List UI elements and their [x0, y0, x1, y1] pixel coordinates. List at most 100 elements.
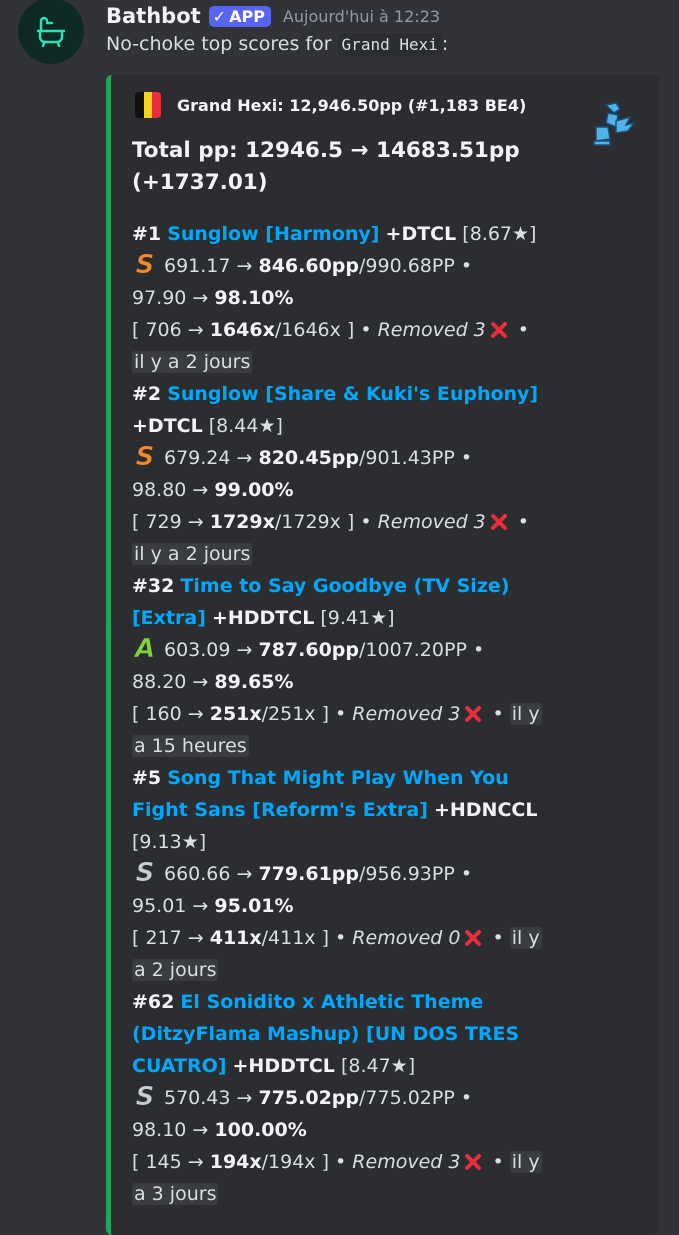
combo-max: /411x ] • [261, 927, 347, 949]
beatmap-link[interactable]: El Sonidito x Athletic Theme [180, 991, 483, 1013]
score-line: A 603.09 → 787.60pp/1007.20PP • [132, 634, 532, 666]
combo-max: /1646x ] • [274, 319, 372, 341]
combo-max: /251x ] • [261, 703, 347, 725]
message-content: No-choke top scores for Grand Hexi: [106, 33, 448, 56]
acc-old: 88.20 → [132, 671, 215, 693]
pp-max: /1007.20PP • [359, 639, 485, 661]
score-line: [ 217 → 411x/411x ] • Removed 0 • il y [132, 927, 542, 949]
svg-text:S: S [136, 1083, 155, 1109]
score-line: CUATRO] +HDDTCL [8.47★] [132, 1050, 532, 1082]
pp-new: 787.60pp [258, 639, 360, 661]
score-entry: #2 Sunglow [Share & Kuki's Euphony] +DTCL… [132, 378, 538, 570]
score-embed: Grand Hexi: 12,946.50pp (#1,183 BE4) Tot… [106, 75, 659, 1235]
pp-old: 679.24 → [164, 447, 259, 469]
score-line: a 3 jours [132, 1178, 532, 1210]
mods: +HDDTCL [211, 607, 315, 629]
removed-misses: Removed 3 [352, 1151, 461, 1173]
relative-time[interactable]: il y [509, 1151, 542, 1173]
score-line: 98.10 → 100.00% [132, 1114, 532, 1146]
pp-old: 660.66 → [164, 863, 259, 885]
score-line: S 570.43 → 775.02pp/775.02PP • [132, 1082, 532, 1114]
pp-old: 570.43 → [164, 1087, 259, 1109]
combo-old: [ 729 → [132, 511, 210, 533]
acc-new: 89.65% [214, 671, 294, 693]
relative-time[interactable]: il y [509, 927, 542, 949]
pp-new: 846.60pp [258, 255, 360, 277]
star-rating: [9.13★] [132, 831, 207, 853]
player-name-code: Grand Hexi [337, 33, 442, 56]
score-line: S 691.17 → 846.60pp/990.68PP • [132, 250, 532, 282]
acc-new: 99.00% [214, 479, 294, 501]
bathbot-avatar[interactable] [18, 0, 84, 64]
score-line: [ 145 → 194x/194x ] • Removed 3 • il y [132, 1151, 542, 1173]
grade-icon: S [132, 859, 164, 885]
score-line: [ 706 → 1646x/1646x ] • Removed 3 • [132, 319, 530, 341]
message-header: Bathbot ✓ APP Aujourd'hui à 12:23 [106, 0, 440, 32]
grade-icon: A [132, 635, 164, 661]
relative-time[interactable]: il y a 2 jours [132, 543, 253, 565]
svg-text:S: S [136, 251, 155, 277]
combo-old: [ 217 → [132, 927, 210, 949]
beatmap-link[interactable]: Sunglow [Share & Kuki's Euphony] [167, 383, 538, 405]
svg-text:S: S [136, 443, 155, 469]
relative-time-cont[interactable]: a 3 jours [132, 1183, 219, 1205]
combo-new: 1646x [209, 319, 275, 341]
embed-title: Total pp: 12946.5 → 14683.51pp (+1737.01… [132, 135, 552, 199]
acc-old: 98.10 → [132, 1119, 215, 1141]
score-line: #1 Sunglow [Harmony] +DTCL [8.67★] [132, 218, 536, 250]
relative-time-cont[interactable]: a 2 jours [132, 959, 219, 981]
score-entry: #32 Time to Say Goodbye (TV Size) [Extra]… [132, 570, 542, 762]
acc-old: 98.80 → [132, 479, 215, 501]
score-line: 98.80 → 99.00% [132, 474, 532, 506]
beatmap-link-cont[interactable]: CUATRO] [132, 1055, 226, 1077]
beatmap-link-cont[interactable]: (DitzyFlama Mashup) [UN DOS TRES [132, 1023, 519, 1045]
message-timestamp[interactable]: Aujourd'hui à 12:23 [283, 7, 440, 26]
embed-author-text[interactable]: Grand Hexi: 12,946.50pp (#1,183 BE4) [177, 96, 526, 115]
miss-x-icon [460, 1151, 486, 1173]
combo-old: [ 160 → [132, 703, 210, 725]
score-entry: #5 Song That Might Play When You Fight Sa… [132, 762, 542, 986]
combo-max: /1729x ] • [274, 511, 372, 533]
acc-old: 95.01 → [132, 895, 215, 917]
score-line: #32 Time to Say Goodbye (TV Size) [132, 570, 532, 602]
score-line: Fight Sans [Reform's Extra] +HDNCCL [132, 794, 537, 826]
combo-new: 251x [209, 703, 262, 725]
score-rank: #5 [132, 767, 162, 789]
score-line: S 660.66 → 779.61pp/956.93PP • [132, 858, 532, 890]
relative-time[interactable]: il y a 2 jours [132, 351, 253, 373]
beatmap-link-cont[interactable]: [Extra] [132, 607, 206, 629]
grade-icon: S [132, 1083, 164, 1109]
score-line: [9.13★] [132, 826, 532, 858]
score-line: S 679.24 → 820.45pp/901.43PP • [132, 442, 532, 474]
total-pp-label: Total pp: 12946.5 → [132, 138, 376, 163]
player-avatar-thumbnail[interactable] [586, 97, 638, 149]
bot-username[interactable]: Bathbot [106, 4, 201, 28]
pp-old: 691.17 → [164, 255, 259, 277]
score-rank: #2 [132, 383, 162, 405]
beatmap-link[interactable]: Time to Say Goodbye (TV Size) [180, 575, 509, 597]
beatmap-link[interactable]: Sunglow [Harmony] [167, 223, 379, 245]
combo-max: /194x ] • [261, 1151, 347, 1173]
svg-text:A: A [133, 635, 155, 661]
grade-icon: S [132, 251, 164, 277]
app-badge: ✓ APP [208, 5, 271, 27]
beatmap-link[interactable]: Song That Might Play When You [167, 767, 509, 789]
acc-new: 100.00% [214, 1119, 307, 1141]
message: Bathbot ✓ APP Aujourd'hui à 12:23 No-cho… [0, 0, 679, 1235]
removed-misses: Removed 0 [352, 927, 461, 949]
miss-x-icon [460, 703, 486, 725]
acc-new: 95.01% [214, 895, 294, 917]
acc-new: 98.10% [214, 287, 294, 309]
relative-time-cont[interactable]: a 15 heures [132, 735, 249, 757]
score-line: (DitzyFlama Mashup) [UN DOS TRES [132, 1018, 532, 1050]
embed-author: Grand Hexi: 12,946.50pp (#1,183 BE4) [135, 92, 526, 118]
mods: +DTCL [132, 415, 203, 437]
score-line: #62 El Sonidito x Athletic Theme [132, 986, 532, 1018]
relative-time[interactable]: il y [509, 703, 542, 725]
removed-misses: Removed 3 [377, 319, 486, 341]
pp-max: /901.43PP • [359, 447, 473, 469]
score-list: #1 Sunglow [Harmony] +DTCL [8.67★] S 691.1… [132, 218, 542, 1210]
pp-max: /775.02PP • [359, 1087, 473, 1109]
belgium-flag-icon [135, 92, 161, 118]
beatmap-link-cont[interactable]: Fight Sans [Reform's Extra] [132, 799, 428, 821]
